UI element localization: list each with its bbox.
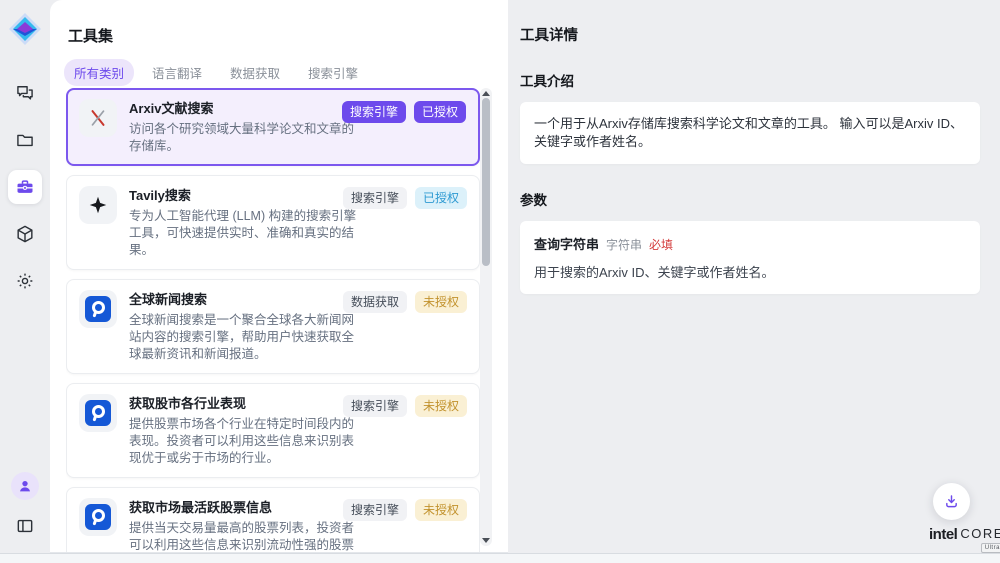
gear-icon	[15, 271, 35, 291]
tool-card-2[interactable]: 全球新闻搜索 全球新闻搜索是一个聚合全球各大新闻网站内容的搜索引擎，帮助用户快速…	[66, 279, 480, 374]
tool-name: 获取市场最活跃股票信息	[129, 499, 365, 517]
tool-status-badge: 已授权	[414, 101, 466, 123]
blue-search-logo-icon	[79, 290, 117, 328]
tool-card-4[interactable]: 获取市场最活跃股票信息 提供当天交易量最高的股票列表，投资者可以利用这些信息来识…	[66, 487, 480, 552]
arxiv-logo-icon	[79, 99, 117, 137]
sidebar-item-chat[interactable]	[8, 76, 42, 110]
user-avatar-icon	[17, 478, 33, 494]
page-title: 工具集	[68, 25, 508, 46]
category-tabs: 所有类别语言翻译数据获取搜索引擎	[64, 59, 508, 86]
tool-list-panel: 工具集 所有类别语言翻译数据获取搜索引擎 Arxiv文献搜索 访问各个研究领域大…	[50, 0, 508, 553]
tab-3[interactable]: 搜索引擎	[298, 59, 368, 86]
sidebar-item-files[interactable]	[8, 123, 42, 157]
param-type: 字符串	[606, 236, 642, 253]
toolbox-icon	[15, 177, 35, 197]
tool-status-badge: 未授权	[415, 499, 467, 521]
intro-box: 一个用于从Arxiv存储库搜索科学论文和文章的工具。 输入可以是Arxiv ID…	[520, 102, 980, 164]
sidebar-item-settings[interactable]	[8, 264, 42, 298]
sidebar	[0, 0, 50, 553]
tool-card-1[interactable]: Tavily搜索 专为人工智能代理 (LLM) 构建的搜索引擎工具，可快速提供实…	[66, 175, 480, 270]
tool-card-3[interactable]: 获取股市各行业表现 提供股票市场各个行业在特定时间段内的表现。投资者可以利用这些…	[66, 383, 480, 478]
tool-description: 全球新闻搜索是一个聚合全球各大新闻网站内容的搜索引擎，帮助用户快速获取全球最新资…	[129, 312, 365, 363]
tool-status-badge: 未授权	[415, 291, 467, 313]
panel-toggle-icon	[15, 516, 35, 536]
params-heading: 参数	[520, 189, 980, 209]
tool-category-badge: 搜索引擎	[342, 101, 406, 123]
sidebar-item-models[interactable]	[8, 217, 42, 251]
tool-category-badge: 搜索引擎	[343, 499, 407, 521]
detail-title: 工具详情	[520, 24, 980, 45]
download-button[interactable]	[933, 483, 970, 520]
intel-brand-text: intel	[929, 527, 957, 542]
panel-toggle-button[interactable]	[8, 509, 42, 543]
param-box: 查询字符串 字符串 必填 用于搜索的Arxiv ID、关键字或作者姓名。	[520, 221, 980, 294]
blue-search-logo-icon	[79, 498, 117, 536]
core-series-text: CORE	[960, 527, 1000, 541]
app-window: 工具集 所有类别语言翻译数据获取搜索引擎 Arxiv文献搜索 访问各个研究领域大…	[0, 0, 1000, 553]
scroll-down-arrow[interactable]	[482, 538, 490, 543]
tab-1[interactable]: 语言翻译	[142, 59, 212, 86]
tool-name: 获取股市各行业表现	[129, 395, 365, 413]
sidebar-item-tools[interactable]	[8, 170, 42, 204]
chat-icon	[15, 83, 35, 103]
tab-2[interactable]: 数据获取	[220, 59, 290, 86]
param-description: 用于搜索的Arxiv ID、关键字或作者姓名。	[534, 262, 966, 281]
tool-status-badge: 已授权	[415, 187, 467, 209]
ultra-tier-badge: Ultra	[981, 543, 1000, 553]
tool-name: Arxiv文献搜索	[129, 100, 365, 118]
scrollbar[interactable]	[480, 88, 492, 546]
blue-search-logo-icon	[79, 394, 117, 432]
tool-list: Arxiv文献搜索 访问各个研究领域大量科学论文和文章的存储库。 搜索引擎 已授…	[66, 88, 480, 552]
tool-description: 专为人工智能代理 (LLM) 构建的搜索引擎工具，可快速提供实时、准确和真实的结…	[129, 208, 365, 259]
tool-detail-panel: 工具详情 工具介绍 一个用于从Arxiv存储库搜索科学论文和文章的工具。 输入可…	[508, 0, 1000, 553]
scrollbar-thumb[interactable]	[482, 98, 490, 266]
tool-name: Tavily搜索	[129, 187, 365, 205]
window-bottom-edge	[0, 553, 1000, 563]
intro-heading: 工具介绍	[520, 70, 980, 90]
tavily-star-icon	[79, 186, 117, 224]
download-icon	[943, 493, 960, 510]
tool-status-badge: 未授权	[415, 395, 467, 417]
tool-description: 访问各个研究领域大量科学论文和文章的存储库。	[129, 121, 365, 155]
user-avatar[interactable]	[11, 472, 39, 500]
param-required-badge: 必填	[649, 236, 673, 253]
tool-description: 提供当天交易量最高的股票列表，投资者可以利用这些信息来识别流动性强的股票和潜在的…	[129, 520, 365, 552]
gem-logo-icon	[8, 12, 42, 46]
tool-category-badge: 搜索引擎	[343, 187, 407, 209]
tool-category-badge: 搜索引擎	[343, 395, 407, 417]
cube-icon	[15, 224, 35, 244]
tool-description: 提供股票市场各个行业在特定时间段内的表现。投资者可以利用这些信息来识别表现优于或…	[129, 416, 365, 467]
tab-0[interactable]: 所有类别	[64, 59, 134, 86]
param-name: 查询字符串	[534, 234, 599, 253]
intro-text: 一个用于从Arxiv存储库搜索科学论文和文章的工具。 输入可以是Arxiv ID…	[534, 115, 966, 151]
scroll-up-arrow[interactable]	[482, 91, 490, 96]
intel-core-ultra-logo: intel CORE Ultra	[929, 527, 1000, 553]
tool-card-0[interactable]: Arxiv文献搜索 访问各个研究领域大量科学论文和文章的存储库。 搜索引擎 已授…	[66, 88, 480, 166]
tool-name: 全球新闻搜索	[129, 291, 365, 309]
tool-category-badge: 数据获取	[343, 291, 407, 313]
folder-icon	[15, 130, 35, 150]
